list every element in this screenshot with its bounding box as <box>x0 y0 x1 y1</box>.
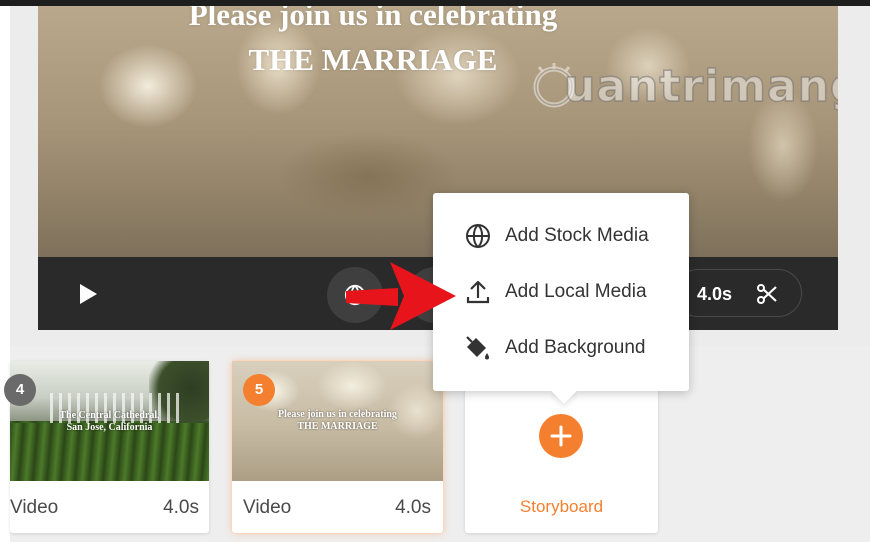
card-thumbnail: The Central Cathedral, San Jose, Califor… <box>10 361 209 481</box>
plus-icon <box>550 425 572 447</box>
thumbnail-caption: Please join us in celebrating THE MARRIA… <box>232 409 443 433</box>
add-scene-button[interactable] <box>539 414 583 458</box>
duration-control[interactable]: 4.0s <box>674 269 802 317</box>
caption-line1: The Central Cathedral, <box>59 410 160 421</box>
paint-bucket-icon <box>466 336 489 360</box>
scene-number-badge: 4 <box>4 374 36 406</box>
clip-duration: 4.0s <box>697 284 733 304</box>
storyboard-card-5[interactable]: Please join us in celebrating THE MARRIA… <box>232 361 443 533</box>
watermark: uantrimang <box>530 60 838 121</box>
media-duration: 4.0s <box>395 497 431 518</box>
watermark-text: uantrimang <box>563 60 838 113</box>
storyboard-label: Storyboard <box>519 497 604 516</box>
card-meta: Video 4.0s <box>232 481 443 533</box>
caption-line2: THE MARRIAGE <box>297 421 378 432</box>
caption-line2: San Jose, California <box>66 422 153 433</box>
media-duration: 4.0s <box>163 497 199 518</box>
upload-icon <box>466 280 490 304</box>
media-type: Video <box>10 497 59 518</box>
preview-title-line1: Please join us in celebrating <box>188 6 558 32</box>
scissors-icon[interactable] <box>755 282 779 306</box>
menu-item-label: Add Stock Media <box>505 225 649 246</box>
caption-line1: Please join us in celebrating <box>278 409 397 420</box>
storyboard-card-4[interactable]: The Central Cathedral, San Jose, Califor… <box>4 361 209 533</box>
media-type: Video <box>243 497 292 518</box>
menu-item-add-stock-media[interactable]: Add Stock Media <box>433 208 689 264</box>
play-icon[interactable] <box>72 279 102 309</box>
globe-icon <box>466 223 490 249</box>
menu-item-label: Add Background <box>505 337 646 358</box>
annotation-arrow <box>346 262 456 330</box>
card-meta: Video 4.0s <box>10 481 209 533</box>
scene-number-badge: 5 <box>243 374 275 406</box>
thumbnail-caption: The Central Cathedral, San Jose, Califor… <box>10 410 209 434</box>
left-panel-edge <box>0 6 10 542</box>
menu-item-add-local-media[interactable]: Add Local Media <box>433 264 689 320</box>
menu-item-label: Add Local Media <box>505 281 647 302</box>
menu-item-add-background[interactable]: Add Background <box>433 320 689 376</box>
add-media-menu: Add Stock Media Add Local Media Add Back… <box>433 193 689 404</box>
